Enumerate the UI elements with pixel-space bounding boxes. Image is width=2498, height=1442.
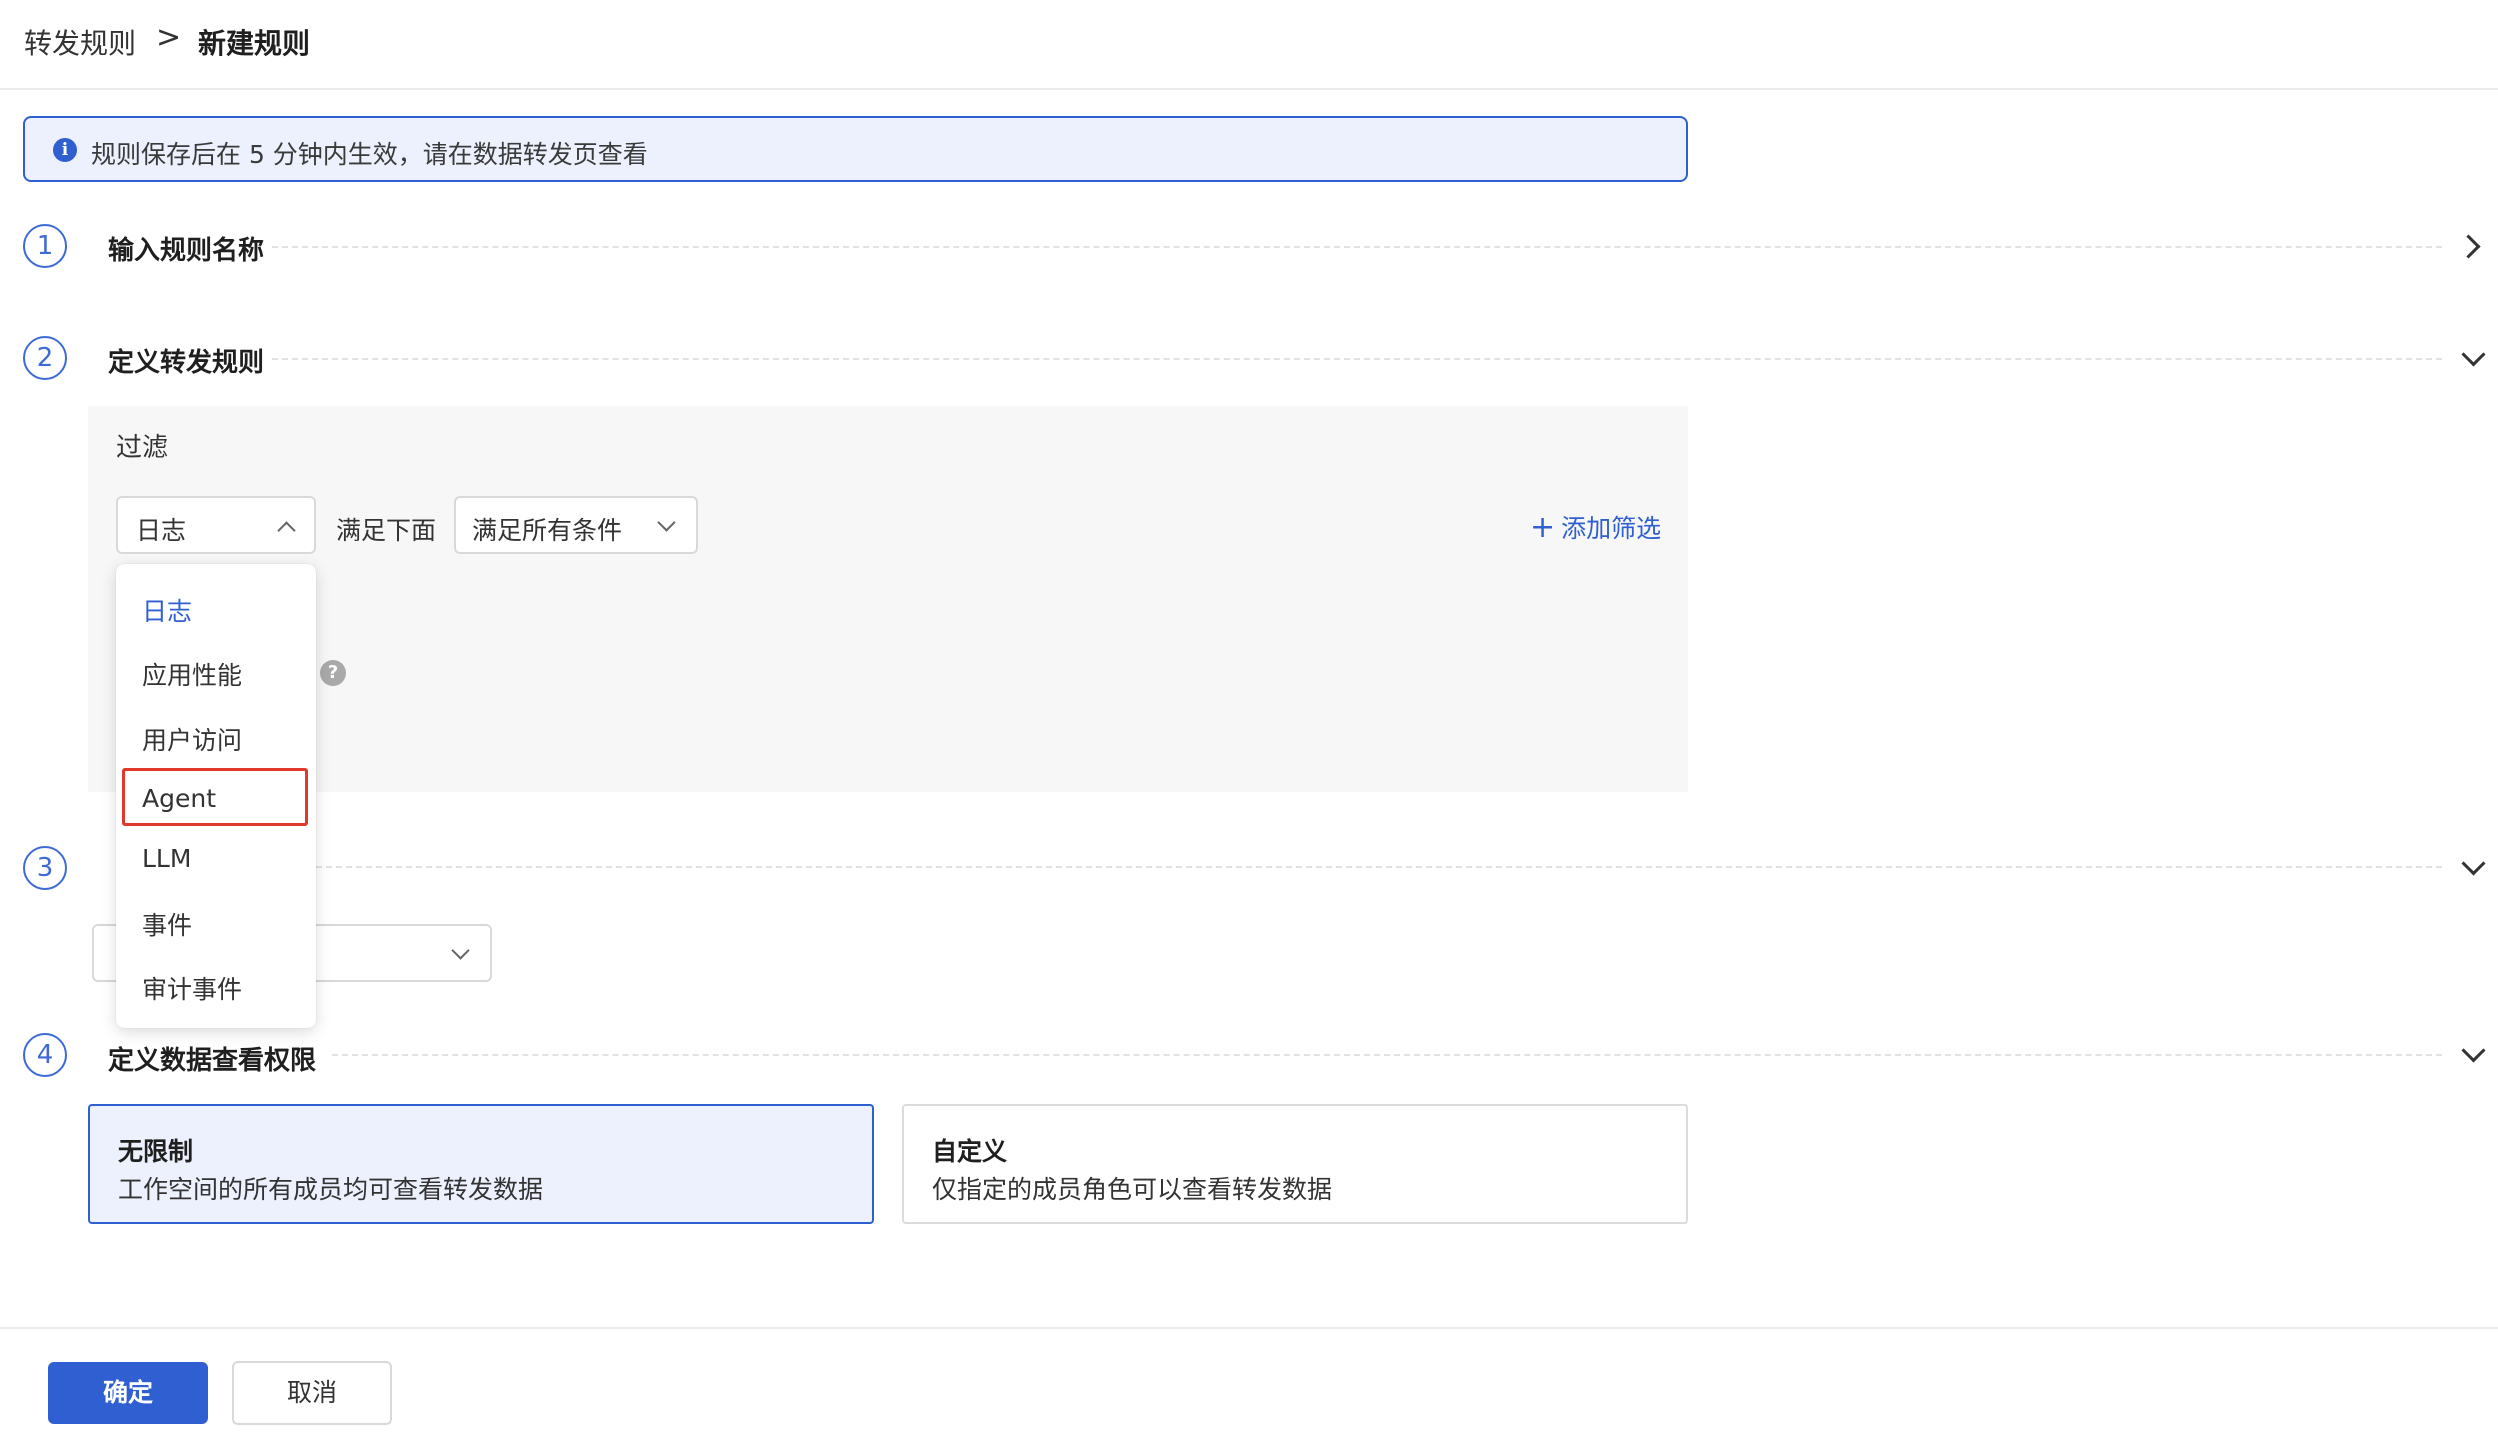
filter-panel (88, 406, 1688, 792)
step-4-divider (332, 1054, 2442, 1056)
chevron-down-icon (451, 941, 470, 960)
step-1-divider (272, 246, 2442, 248)
info-notice: i 规则保存后在 5 分钟内生效，请在数据转发页查看 (23, 116, 1688, 182)
chevron-down-icon[interactable] (2461, 851, 2486, 876)
confirm-button[interactable]: 确定 (48, 1362, 208, 1424)
dropdown-option-agent[interactable]: Agent (142, 784, 216, 813)
chevron-up-icon (277, 521, 296, 540)
step-3-number: 3 (23, 846, 67, 890)
dropdown-option-apm[interactable]: 应用性能 (142, 656, 242, 692)
chevron-down-icon[interactable] (2461, 1038, 2486, 1063)
chevron-down-icon (657, 513, 676, 532)
page-header (0, 0, 2498, 90)
data-source-select-value: 日志 (136, 516, 187, 545)
dropdown-option-event[interactable]: 事件 (142, 906, 192, 942)
step-2-divider (272, 358, 2442, 360)
data-source-dropdown-menu: 日志 应用性能 用户访问 Agent LLM 事件 审计事件 (116, 564, 316, 1028)
match-label: 满足下面 (336, 516, 437, 545)
permission-card-description: 仅指定的成员角色可以查看转发数据 (932, 1175, 1333, 1204)
dropdown-option-rum[interactable]: 用户访问 (142, 721, 242, 757)
plus-icon: + (1530, 510, 1556, 545)
permission-card-title: 自定义 (932, 1137, 1008, 1166)
step-2-number: 2 (23, 336, 67, 380)
data-source-select[interactable]: 日志 (116, 496, 316, 554)
dropdown-option-log[interactable]: 日志 (142, 592, 192, 628)
permission-card-description: 工作空间的所有成员均可查看转发数据 (118, 1175, 544, 1204)
cancel-button[interactable]: 取消 (232, 1361, 392, 1425)
page-title: 新建规则 (198, 27, 311, 60)
match-condition-select[interactable]: 满足所有条件 (454, 496, 698, 554)
match-condition-value: 满足所有条件 (472, 516, 623, 545)
breadcrumb-root-link[interactable]: 转发规则 (24, 22, 136, 62)
footer-divider (0, 1327, 2498, 1329)
chevron-down-icon[interactable] (2461, 342, 2486, 367)
permission-card-unrestricted[interactable]: 无限制 工作空间的所有成员均可查看转发数据 (88, 1104, 874, 1224)
dropdown-option-llm[interactable]: LLM (142, 844, 191, 873)
info-icon: i (53, 138, 77, 162)
step-1-number: 1 (23, 224, 67, 268)
add-filter-label: 添加筛选 (1561, 514, 1662, 543)
step-2-title[interactable]: 定义转发规则 (108, 342, 264, 379)
dropdown-option-audit-event[interactable]: 审计事件 (142, 970, 242, 1006)
filter-label: 过滤 (116, 433, 169, 463)
help-icon[interactable]: ? (320, 660, 346, 686)
chevron-right-icon[interactable] (2456, 234, 2481, 259)
step-3-divider (316, 866, 2442, 868)
permission-card-custom[interactable]: 自定义 仅指定的成员角色可以查看转发数据 (902, 1104, 1688, 1224)
notice-text: 规则保存后在 5 分钟内生效，请在数据转发页查看 (91, 140, 648, 169)
breadcrumb-separator-icon: > (156, 20, 182, 55)
permission-card-title: 无限制 (118, 1137, 194, 1166)
step-4-title[interactable]: 定义数据查看权限 (108, 1040, 316, 1077)
step-1-title[interactable]: 输入规则名称 (108, 230, 264, 267)
add-filter-button[interactable]: + 添加筛选 (1530, 509, 1661, 545)
step-4-number: 4 (23, 1033, 67, 1077)
